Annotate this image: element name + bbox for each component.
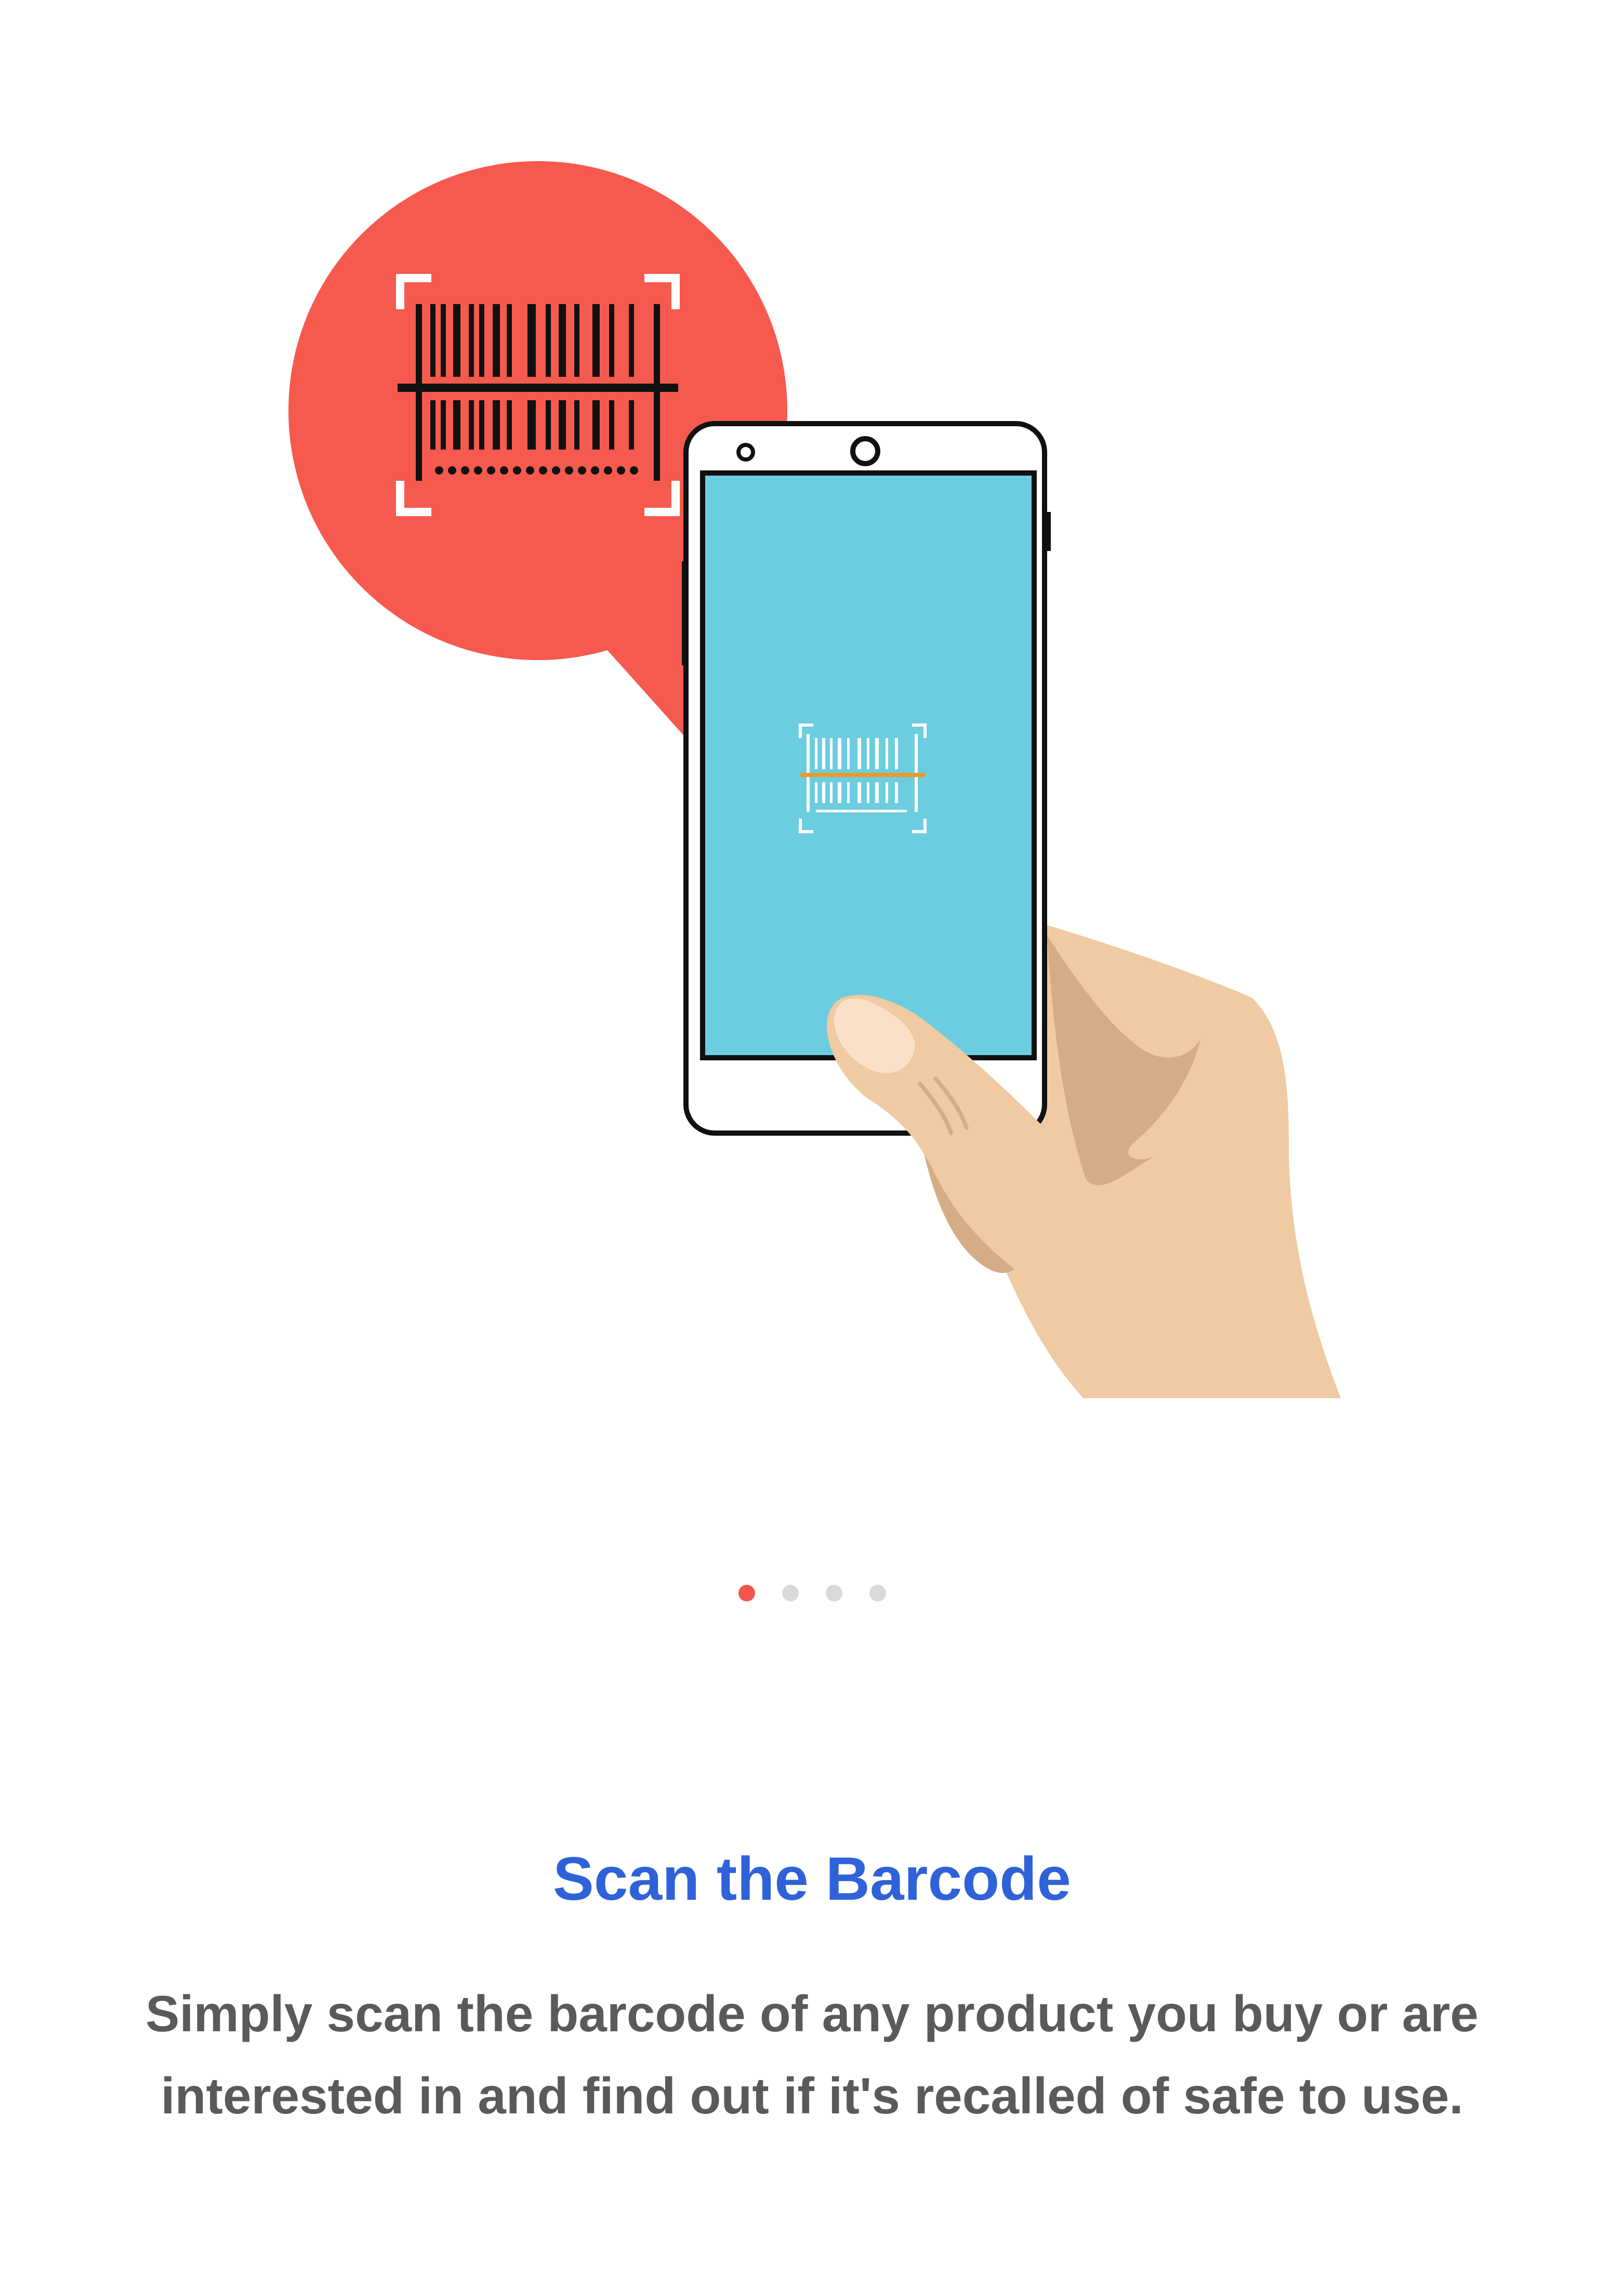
onboarding-description: Simply scan the barcode of any product y… — [146, 1985, 1478, 2124]
page-dot-2[interactable] — [782, 1585, 799, 1601]
page-dot-1[interactable] — [738, 1585, 755, 1601]
onboarding-title: Scan the Barcode — [553, 1845, 1071, 1913]
page-indicator[interactable] — [0, 1583, 1624, 1603]
onboarding-screen: Scan the Barcode Simply scan the barcode… — [0, 0, 1624, 2274]
page-dot-4[interactable] — [869, 1585, 886, 1601]
page-dot-3[interactable] — [825, 1585, 842, 1601]
onboarding-illustration — [288, 161, 1341, 1398]
